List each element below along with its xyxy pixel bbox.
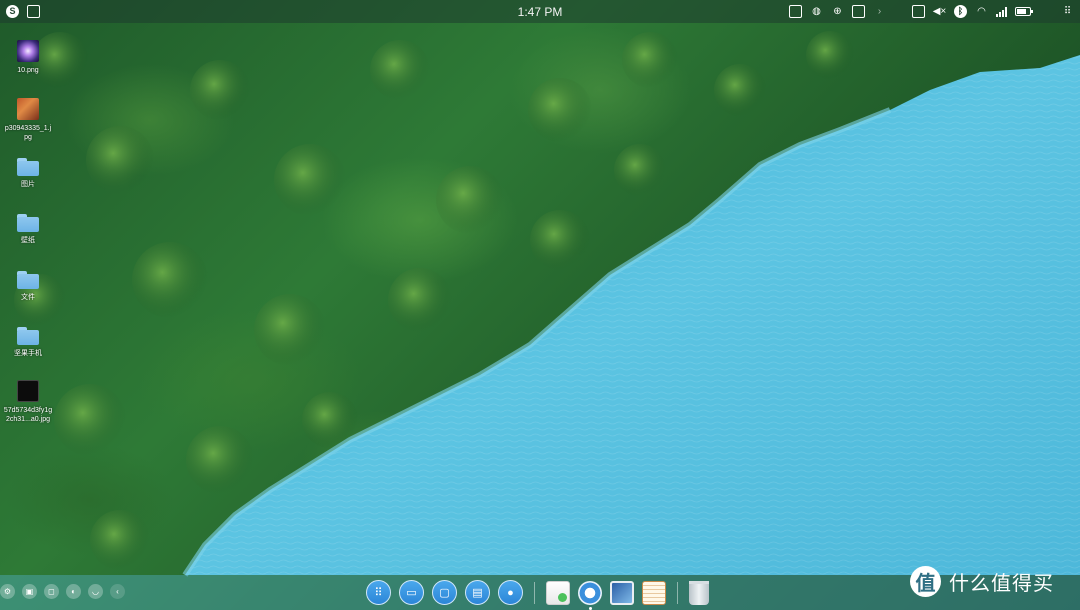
desktop-item-label: 10.png (17, 67, 39, 74)
desktop-item-10-png[interactable]: 10.png (2, 40, 54, 75)
image-thumbnail-icon (17, 40, 39, 62)
status-bar-left: S (6, 5, 40, 18)
dock: ⠿ ▭ ▢ ▤ ● (366, 580, 709, 610)
screenshot-icon[interactable] (27, 5, 40, 18)
desktop-item-p30943335[interactable]: p30943335_1.jpg (2, 98, 54, 142)
desktop-folder-pictures[interactable]: 图片 (2, 156, 54, 189)
folder-icon (17, 158, 39, 176)
collapse-arrow-icon[interactable]: ‹ (110, 584, 125, 599)
dock-separator (534, 581, 535, 604)
desktop-item-label: 图片 (21, 181, 35, 188)
image-thumbnail-icon (17, 98, 39, 120)
signal-icon (996, 6, 1007, 17)
desktop-wallpaper (0, 0, 1080, 610)
screen-record-icon[interactable] (852, 5, 865, 18)
desktop-item-label: 坚果手机 (14, 350, 42, 357)
system-menu-icon[interactable]: S (6, 5, 19, 18)
app-grid-icon[interactable]: ⠿ (1061, 5, 1074, 18)
volume-muted-icon[interactable]: ◀× (933, 5, 947, 18)
multi-window-icon[interactable]: ▣ (22, 584, 37, 599)
folder-icon (17, 214, 39, 232)
battery-icon[interactable] (1015, 7, 1033, 16)
browser-app-icon[interactable] (578, 580, 602, 610)
desktop-item-label: 57d5734d3fy1g2ch31...a0.jpg (3, 407, 53, 423)
tasks-icon[interactable]: ▤ (465, 580, 490, 605)
desktop-icon[interactable]: ▢ (432, 580, 457, 605)
launcher-icon[interactable]: ⠿ (366, 580, 391, 605)
folder-icon (17, 327, 39, 345)
desktop-item-label: p30943335_1.jpg (4, 125, 52, 141)
expand-arrow-icon[interactable]: › (873, 5, 886, 18)
status-bar-right: ◍ ⊕ › ◀× ᛒ ◠ ⠿ (789, 5, 1074, 18)
wifi-icon[interactable]: ◠ (975, 5, 988, 18)
watermark-text: 什么值得买 (949, 571, 1054, 595)
trash-icon[interactable] (689, 580, 709, 605)
search-icon[interactable]: ⊕ (831, 5, 844, 18)
display-icon[interactable] (789, 5, 802, 18)
bluetooth-icon[interactable]: ᛒ (954, 5, 967, 18)
top-status-bar: S 1:47 PM ◍ ⊕ › ◀× ᛒ ◠ ⠿ (0, 0, 1080, 23)
crop-icon[interactable]: ◻ (44, 584, 59, 599)
site-watermark: 值 什么值得买 (910, 566, 1054, 597)
desktop-folder-wallpaper[interactable]: 壁纸 (2, 212, 54, 245)
desktop-item-label: 壁纸 (21, 237, 35, 244)
file-manager-app-icon[interactable] (546, 580, 570, 605)
image-thumbnail-icon (17, 380, 39, 402)
desktop-folder-smartisan-phone[interactable]: 坚果手机 (2, 325, 54, 358)
file-manager-badge (558, 592, 567, 602)
desktop-item-label: 文件 (21, 294, 35, 301)
cup-icon[interactable]: ◡ (88, 584, 103, 599)
desktop-item-57d5734d[interactable]: 57d5734d3fy1g2ch31...a0.jpg (2, 380, 54, 424)
windows-icon[interactable]: ▭ (399, 580, 424, 605)
running-indicator (588, 606, 592, 610)
quick-tools: ⚙ ▣ ◻ ◐ ◡ ‹ (0, 584, 125, 599)
clock[interactable]: 1:47 PM (518, 5, 563, 19)
wallpaper-art (14, 31, 1080, 577)
settings-icon[interactable]: ⚙ (0, 584, 15, 599)
desktop-folder-files[interactable]: 文件 (2, 269, 54, 302)
watermark-logo-icon: 值 (910, 566, 941, 597)
gallery-app-icon[interactable] (610, 580, 634, 605)
dock-separator (677, 581, 678, 604)
network-globe-icon[interactable]: ◍ (810, 5, 823, 18)
keyboard-icon[interactable] (912, 5, 925, 18)
toggle-icon[interactable]: ◐ (66, 584, 81, 599)
control-icon[interactable]: ● (498, 580, 523, 605)
folder-icon (17, 271, 39, 289)
notes-app-icon[interactable] (642, 580, 666, 605)
